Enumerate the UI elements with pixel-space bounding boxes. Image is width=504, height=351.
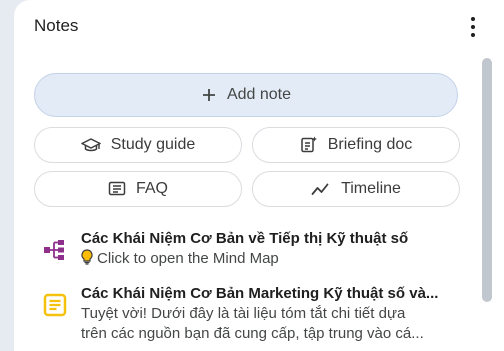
note-icon [43,293,67,317]
faq-label: FAQ [135,180,168,197]
scrollbar-thumb[interactable] [482,58,492,302]
note-title: Các Khái Niệm Cơ Bản Marketing Kỹ thuật … [81,285,439,302]
document-sparkle-icon [301,136,317,153]
more-vert-icon[interactable] [466,15,480,39]
notes-panel: Notes Add note Study guide Briefing doc [14,0,504,351]
plus-icon [202,89,215,101]
study-guide-button[interactable]: Study guide [34,127,242,163]
study-guide-label: Study guide [110,136,196,153]
graduation-cap-icon [80,138,101,152]
panel-title: Notes [34,16,79,35]
briefing-doc-label: Briefing doc [327,136,413,153]
note-subtitle: Click to open the Mind Map [97,250,279,267]
add-note-button[interactable]: Add note [34,73,458,117]
add-note-label: Add note [226,86,292,103]
lightbulb-icon [81,249,93,265]
note-snippet-line: trên các nguồn bạn đã cung cấp, tập trun… [81,325,424,342]
trend-line-icon [311,183,329,195]
briefing-doc-button[interactable]: Briefing doc [252,127,460,163]
note-snippet-line: Tuyệt vời! Dưới đây là tài liệu tóm tắt … [81,305,406,322]
timeline-button[interactable]: Timeline [252,171,460,207]
note-subtitle-row: Click to open the Mind Map [81,249,451,269]
timeline-label: Timeline [341,180,401,197]
list-box-icon [108,181,126,196]
mind-map-icon [44,240,64,260]
note-item-mind-map[interactable]: Các Khái Niệm Cơ Bản về Tiếp thị Kỹ thuậ… [14,229,484,287]
note-snippet: Tuyệt vời! Dưới đây là tài liệu tóm tắt … [81,304,451,344]
faq-button[interactable]: FAQ [34,171,242,207]
note-item-document[interactable]: Các Khái Niệm Cơ Bản Marketing Kỹ thuật … [14,284,484,342]
note-title: Các Khái Niệm Cơ Bản về Tiếp thị Kỹ thuậ… [81,230,409,247]
